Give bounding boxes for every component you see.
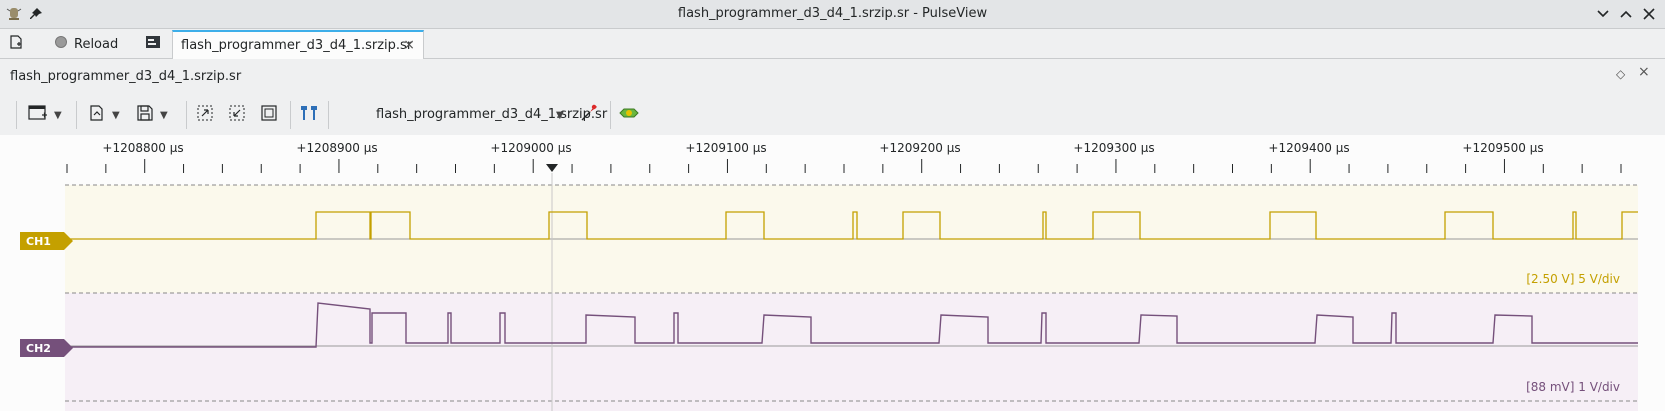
window-titlebar: flash_programmer_d3_d4_1.srzip.sr - Puls… (0, 0, 1665, 29)
ch1-scale: [2.50 V] 5 V/div (1526, 272, 1620, 286)
zoom-full-icon (260, 104, 278, 126)
session-tab[interactable]: flash_programmer_d3_d4_1.srzip.sr × (172, 30, 424, 59)
view-toolbar: ▼ ▼ ▼ flash_programmer_d3_d4_1.srzip.sr … (14, 95, 1654, 135)
configure-device-button[interactable] (579, 103, 599, 127)
minimize-icon[interactable] (1592, 4, 1614, 24)
show-cursors-button[interactable] (298, 103, 320, 127)
dock-title: flash_programmer_d3_d4_1.srzip.sr (10, 69, 242, 84)
zoom-full-button[interactable] (260, 103, 278, 127)
window-title: flash_programmer_d3_d4_1.srzip.sr - Puls… (677, 6, 988, 21)
trace-view[interactable]: CH1 CH2 [2.50 V] 5 V/div [88 mV] 1 V/div (0, 173, 1665, 411)
decoder-icon (618, 104, 640, 126)
ch2-scale: [88 mV] 1 V/div (1526, 380, 1620, 394)
ch1-waveform (65, 211, 1638, 240)
zoom-one-icon (228, 104, 246, 126)
close-dock-icon[interactable]: × (1638, 64, 1650, 80)
float-dock-icon[interactable]: ◇ (1616, 67, 1625, 81)
probe-icon (579, 103, 599, 127)
new-session-icon (8, 34, 24, 54)
trace-canvas (65, 173, 1638, 411)
chevron-down-icon: ▼ (112, 109, 120, 121)
session-icon (145, 34, 161, 54)
save-button[interactable]: ▼ (136, 103, 168, 127)
ch1-label[interactable]: CH1 (20, 232, 73, 250)
tab-close-icon[interactable]: × (403, 37, 415, 53)
chevron-down-icon: ▼ (54, 109, 62, 121)
close-window-icon[interactable] (1638, 4, 1660, 24)
session-button[interactable] (145, 32, 161, 56)
main-toolbar: Reload flash_programmer_d3_d4_1.srzip.sr… (0, 29, 1665, 59)
save-icon (136, 104, 154, 126)
session-selector-dropdown[interactable]: ▼ (556, 103, 564, 127)
add-view-icon (28, 104, 48, 126)
add-view-button[interactable]: ▼ (28, 103, 62, 127)
new-session-button[interactable] (8, 32, 24, 56)
add-decoder-button[interactable] (618, 103, 640, 127)
open-icon (88, 104, 106, 126)
chevron-down-icon: ▼ (160, 109, 168, 121)
session-tab-label: flash_programmer_d3_d4_1.srzip.sr (181, 38, 413, 53)
zoom-fit-icon (196, 104, 214, 126)
reload-icon (54, 35, 68, 53)
zoom-fit-button[interactable] (196, 103, 214, 127)
time-ruler[interactable]: +1208800 µs +1208900 µs +1209000 µs +120… (0, 135, 1665, 173)
reload-button[interactable]: Reload (54, 32, 118, 56)
maximize-icon[interactable] (1615, 4, 1637, 24)
zoom-one-button[interactable] (228, 103, 246, 127)
ch2-label[interactable]: CH2 (20, 339, 73, 357)
ruler-ticks (66, 159, 1622, 173)
session-selector[interactable]: flash_programmer_d3_d4_1.srzip.sr (376, 107, 607, 122)
chevron-down-icon: ▼ (556, 109, 564, 121)
cursor-marker-icon (546, 164, 558, 172)
ch2-waveform (65, 302, 1638, 348)
open-button[interactable]: ▼ (88, 103, 120, 127)
reload-label: Reload (74, 36, 119, 52)
cursor-icon (298, 104, 320, 126)
